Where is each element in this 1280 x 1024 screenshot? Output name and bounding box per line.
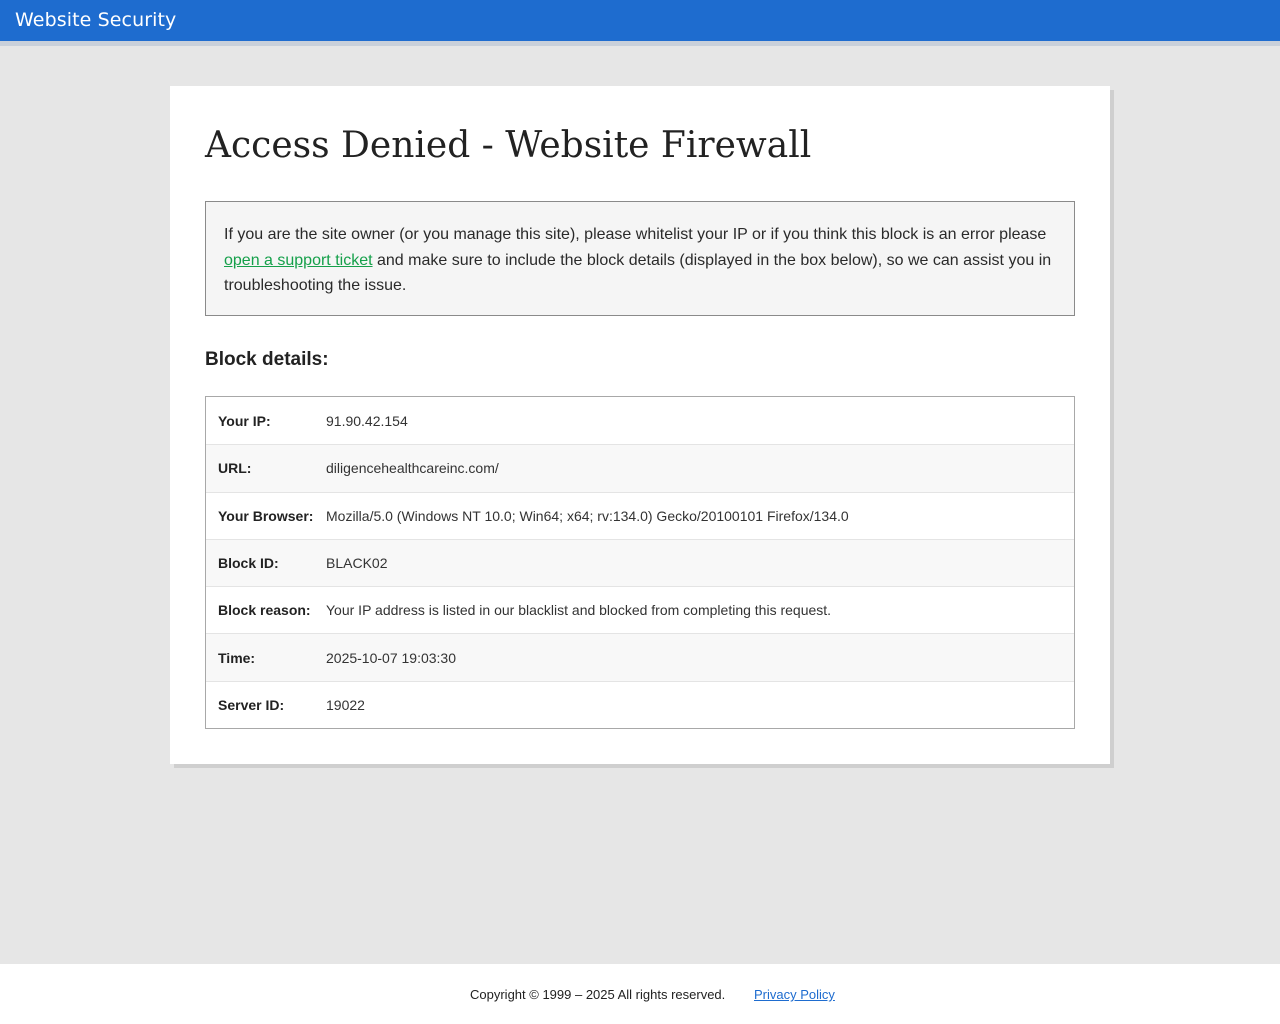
block-details-heading: Block details: <box>205 349 329 370</box>
copyright-text: Copyright © 1999 – 2025 All rights reser… <box>470 987 726 1002</box>
detail-row-url: URL: diligencehealthcareinc.com/ <box>206 444 1074 492</box>
brand-title: Website Security <box>15 9 177 31</box>
detail-label: Your IP: <box>218 412 271 429</box>
support-ticket-link[interactable]: open a support ticket <box>224 252 373 269</box>
privacy-policy-link[interactable]: Privacy Policy <box>754 987 835 1002</box>
detail-value: Mozilla/5.0 (Windows NT 10.0; Win64; x64… <box>326 507 849 524</box>
detail-label: URL: <box>218 460 252 477</box>
main-card: Access Denied - Website Firewall If you … <box>170 86 1110 764</box>
detail-value: BLACK02 <box>326 555 388 572</box>
detail-label: Block ID: <box>218 555 279 572</box>
detail-label: Time: <box>218 649 256 666</box>
footer: Copyright © 1999 – 2025 All rights reser… <box>0 964 1280 1024</box>
detail-row-block-reason: Block reason: Your IP address is listed … <box>206 586 1074 633</box>
top-bar: Website Security <box>0 0 1280 46</box>
detail-row-time: Time: 2025-10-07 19:03:30 <box>206 633 1074 681</box>
detail-row-ip: Your IP: 91.90.42.154 <box>206 397 1074 444</box>
page-title: Access Denied - Website Firewall <box>205 125 812 166</box>
detail-label: Server ID: <box>218 696 285 713</box>
detail-row-browser: Your Browser: Mozilla/5.0 (Windows NT 10… <box>206 491 1074 539</box>
block-details-table: Your IP: 91.90.42.154 URL: diligenceheal… <box>205 396 1075 730</box>
detail-value: 19022 <box>326 696 365 713</box>
notice-text-before: If you are the site owner (or you manage… <box>224 226 1047 243</box>
detail-value: diligencehealthcareinc.com/ <box>326 460 499 477</box>
detail-label: Block reason: <box>218 602 311 619</box>
detail-label: Your Browser: <box>218 507 314 524</box>
detail-value: Your IP address is listed in our blackli… <box>326 602 832 619</box>
owner-notice: If you are the site owner (or you manage… <box>205 201 1075 316</box>
detail-value: 2025-10-07 19:03:30 <box>326 649 456 666</box>
detail-row-server-id: Server ID: 19022 <box>206 680 1074 728</box>
detail-row-block-id: Block ID: BLACK02 <box>206 538 1074 587</box>
detail-value: 91.90.42.154 <box>326 412 408 429</box>
